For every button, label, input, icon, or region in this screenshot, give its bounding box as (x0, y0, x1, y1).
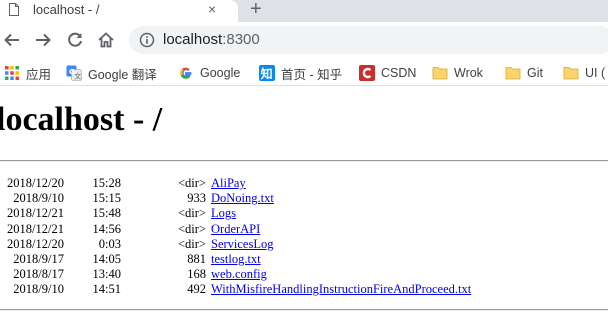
entry-date: 2018/9/17 (13, 251, 64, 266)
svg-text:知: 知 (260, 66, 273, 81)
list-item: 2018/9/10 15:15 933 DoNoing.txt (0, 191, 608, 206)
entry-size: 168 (187, 267, 206, 282)
reload-icon[interactable] (65, 30, 85, 50)
entry-size: <dir> (178, 236, 206, 251)
svg-text:文: 文 (74, 72, 81, 81)
list-item: 2018/8/17 13:40 168 web.config (0, 267, 608, 282)
entry-link[interactable]: ServicesLog (211, 237, 273, 252)
bookmark-zhihu[interactable]: 知 首页 - 知乎 (259, 64, 342, 82)
home-icon[interactable] (96, 30, 116, 50)
apps-grid-icon (5, 66, 19, 80)
entry-time: 14:05 (92, 251, 121, 266)
entry-link[interactable]: testlog.txt (211, 252, 261, 267)
bookmark-apps[interactable]: 应用 (4, 64, 51, 82)
bookmark-ui[interactable]: UI ( (563, 64, 605, 82)
bookmark-label: 首页 - 知乎 (281, 67, 343, 82)
forward-arrow-icon[interactable] (33, 30, 53, 50)
entry-size: <dir> (178, 221, 206, 236)
entry-date: 2018/9/10 (13, 191, 64, 206)
bookmark-label: CSDN (381, 66, 417, 80)
bookmark-label: Git (527, 66, 543, 80)
bookmark-git[interactable]: Git (505, 64, 543, 82)
tab-title: localhost - / (33, 2, 100, 17)
zhihu-icon: 知 (259, 65, 275, 81)
bookmark-label: Google 翻译 (88, 67, 157, 82)
list-item: 2018/12/20 0:03 <dir> ServicesLog (0, 237, 608, 252)
entry-size: <dir> (178, 206, 206, 221)
csdn-icon (359, 65, 375, 81)
entry-link[interactable]: WithMisfireHandlingInstructionFireAndPro… (211, 282, 471, 297)
folder-icon (505, 67, 521, 80)
address-bar[interactable]: localhost:8300 (129, 26, 608, 54)
entry-size: 492 (187, 282, 206, 297)
entry-date: 2018/12/20 (7, 176, 64, 190)
url-host: localhost (163, 31, 223, 48)
directory-listing: 2018/12/20 15:28 <dir> AliPay 2018/9/10 … (0, 176, 608, 298)
list-item: 2018/12/20 15:28 <dir> AliPay (0, 176, 608, 191)
entry-date: 2018/8/17 (13, 267, 64, 282)
new-tab-icon[interactable]: + (250, 0, 262, 20)
entry-time: 13:40 (92, 267, 121, 282)
entry-time: 15:15 (92, 191, 121, 206)
bookmarks-bar: 应用 G 文 Google 翻译 Google 知 首页 - 知乎 CSDN W… (0, 58, 608, 86)
entry-time: 14:51 (92, 282, 121, 297)
list-item: 2018/12/21 14:56 <dir> OrderAPI (0, 222, 608, 237)
entry-time: 15:48 (92, 206, 121, 221)
entry-link[interactable]: web.config (211, 267, 267, 282)
divider (0, 160, 608, 162)
bookmark-label: 应用 (26, 67, 52, 82)
url-text[interactable]: localhost:8300 (163, 31, 260, 48)
entry-link[interactable]: Logs (211, 206, 236, 221)
bookmark-google-translate[interactable]: G 文 Google 翻译 (66, 64, 157, 82)
entry-time: 14:56 (92, 221, 121, 236)
entry-date: 2018/12/21 (7, 221, 64, 236)
page-title: localhost - / (0, 101, 163, 138)
entry-size: 881 (187, 251, 206, 266)
bookmark-wrok[interactable]: Wrok (432, 64, 483, 82)
entry-date: 2018/12/20 (7, 236, 64, 251)
bookmark-label: Wrok (454, 66, 483, 80)
list-item: 2018/12/21 15:48 <dir> Logs (0, 206, 608, 221)
bookmark-csdn[interactable]: CSDN (359, 64, 416, 82)
tab-strip: localhost - / × + (0, 0, 608, 22)
google-g-icon (180, 67, 192, 79)
folder-icon (563, 67, 579, 80)
file-icon (9, 3, 19, 16)
url-port: :8300 (222, 31, 260, 48)
entry-time: 15:28 (92, 176, 121, 190)
entry-link[interactable]: AliPay (211, 176, 246, 191)
entry-date: 2018/9/10 (13, 282, 64, 297)
browser-toolbar: localhost:8300 (0, 22, 608, 58)
bookmark-google[interactable]: Google (178, 64, 240, 82)
entry-link[interactable]: OrderAPI (211, 222, 260, 237)
list-item: 2018/9/17 14:05 881 testlog.txt (0, 252, 608, 267)
folder-icon (432, 67, 448, 80)
bookmark-label: Google (200, 66, 241, 80)
divider (0, 309, 608, 311)
list-item: 2018/9/10 14:51 492 WithMisfireHandlingI… (0, 282, 608, 297)
google-translate-icon: G 文 (66, 65, 82, 81)
entry-link[interactable]: DoNoing.txt (211, 191, 274, 206)
entry-size: <dir> (178, 176, 206, 190)
tab-close-icon[interactable]: × (208, 1, 216, 17)
tab-localhost[interactable]: localhost - / × (0, 0, 238, 22)
bookmark-label: UI ( (585, 66, 606, 80)
entry-date: 2018/12/21 (7, 206, 64, 221)
entry-size: 933 (187, 191, 206, 206)
entry-time: 0:03 (98, 236, 121, 251)
info-icon[interactable] (139, 32, 155, 48)
back-arrow-icon[interactable] (2, 30, 22, 50)
